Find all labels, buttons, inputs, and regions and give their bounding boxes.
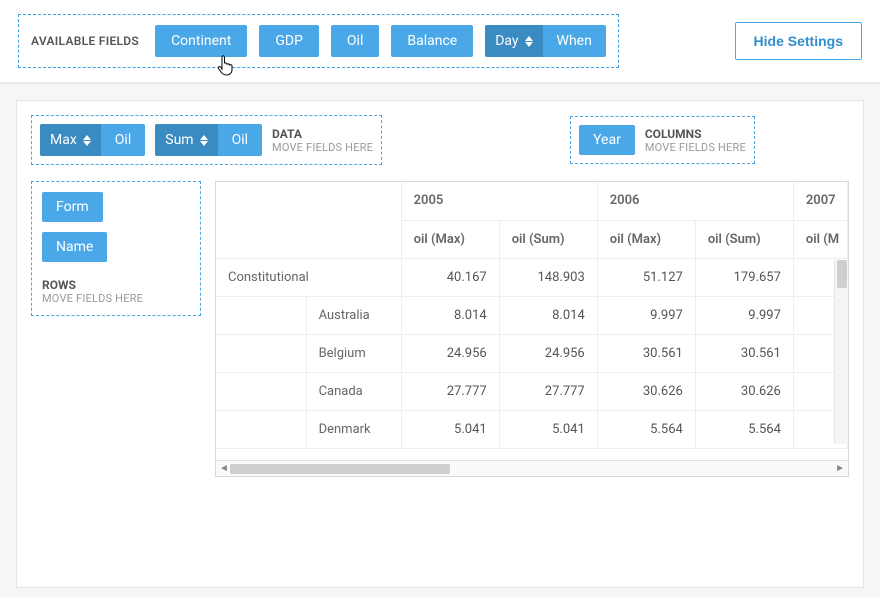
rows-item-form[interactable]: Form	[42, 192, 103, 222]
sort-arrows-icon	[83, 135, 91, 146]
columns-zone-hint: MOVE FIELDS HERE	[645, 141, 746, 154]
data-item-max-oil[interactable]: Max Oil	[40, 124, 145, 156]
pivot-configurator: Max Oil Sum Oil DATA MOVE FIELDS HERE	[16, 100, 864, 588]
data-dropzone[interactable]: Max Oil Sum Oil DATA MOVE FIELDS HERE	[31, 115, 382, 165]
rows-zone-hint: MOVE FIELDS HERE	[42, 292, 143, 305]
columns-item-year[interactable]: Year	[579, 125, 635, 155]
col-header-measure[interactable]: oil (M	[793, 220, 847, 258]
sort-arrows-icon	[200, 135, 208, 146]
scroll-left-icon[interactable]: ◄	[219, 463, 229, 474]
pivot-table: 2005 2006 2007 oil (Max) oil (Sum) oil (…	[216, 182, 848, 449]
scroll-right-icon[interactable]: ►	[835, 463, 845, 474]
horizontal-scrollbar-thumb[interactable]	[230, 464, 450, 474]
table-row: Canada 27.777 27.777 30.626 30.626	[216, 372, 848, 410]
table-row: Constitutional 40.167 148.903 51.127 179…	[216, 258, 848, 296]
data-zone-hint: MOVE FIELDS HERE	[272, 141, 373, 154]
table-row: Australia 8.014 8.014 9.997 9.997	[216, 296, 848, 334]
field-chip-gdp[interactable]: GDP	[259, 25, 319, 57]
horizontal-scrollbar[interactable]: ◄ ►	[216, 460, 848, 476]
field-chip-day-when[interactable]: Day When	[485, 25, 606, 57]
col-header-year[interactable]: 2005	[401, 182, 597, 220]
field-chip-oil[interactable]: Oil	[331, 25, 379, 57]
available-fields-label: AVAILABLE FIELDS	[31, 34, 139, 48]
pivot-corner	[216, 182, 401, 258]
available-fields-container: AVAILABLE FIELDS Continent GDP Oil Balan…	[18, 14, 619, 68]
columns-zone-title: COLUMNS	[645, 127, 746, 141]
sort-arrows-icon	[525, 36, 533, 47]
top-toolbar: AVAILABLE FIELDS Continent GDP Oil Balan…	[0, 0, 880, 84]
col-header-year[interactable]: 2007	[793, 182, 847, 220]
rows-dropzone[interactable]: Form Name ROWS MOVE FIELDS HERE	[31, 181, 201, 316]
data-item-sum-oil[interactable]: Sum Oil	[155, 124, 262, 156]
field-chip-day[interactable]: Day	[485, 25, 542, 57]
field-chip-continent[interactable]: Continent	[155, 25, 247, 57]
col-header-measure[interactable]: oil (Sum)	[695, 220, 793, 258]
col-header-measure[interactable]: oil (Max)	[597, 220, 695, 258]
hide-settings-button[interactable]: Hide Settings	[735, 22, 862, 60]
data-zone-title: DATA	[272, 127, 373, 141]
table-row: Denmark 5.041 5.041 5.564 5.564	[216, 410, 848, 448]
col-header-year[interactable]: 2006	[597, 182, 793, 220]
field-chip-balance[interactable]: Balance	[391, 25, 473, 57]
table-row: Belgium 24.956 24.956 30.561 30.561	[216, 334, 848, 372]
rows-zone-title: ROWS	[42, 278, 143, 292]
rows-item-name[interactable]: Name	[42, 232, 107, 262]
pivot-table-container: 2005 2006 2007 oil (Max) oil (Sum) oil (…	[215, 181, 849, 477]
col-header-measure[interactable]: oil (Sum)	[499, 220, 597, 258]
columns-dropzone[interactable]: Year COLUMNS MOVE FIELDS HERE	[570, 116, 755, 164]
vertical-scrollbar[interactable]	[834, 260, 848, 444]
field-chip-when[interactable]: When	[543, 25, 606, 57]
col-header-measure[interactable]: oil (Max)	[401, 220, 499, 258]
vertical-scrollbar-thumb[interactable]	[837, 260, 847, 288]
